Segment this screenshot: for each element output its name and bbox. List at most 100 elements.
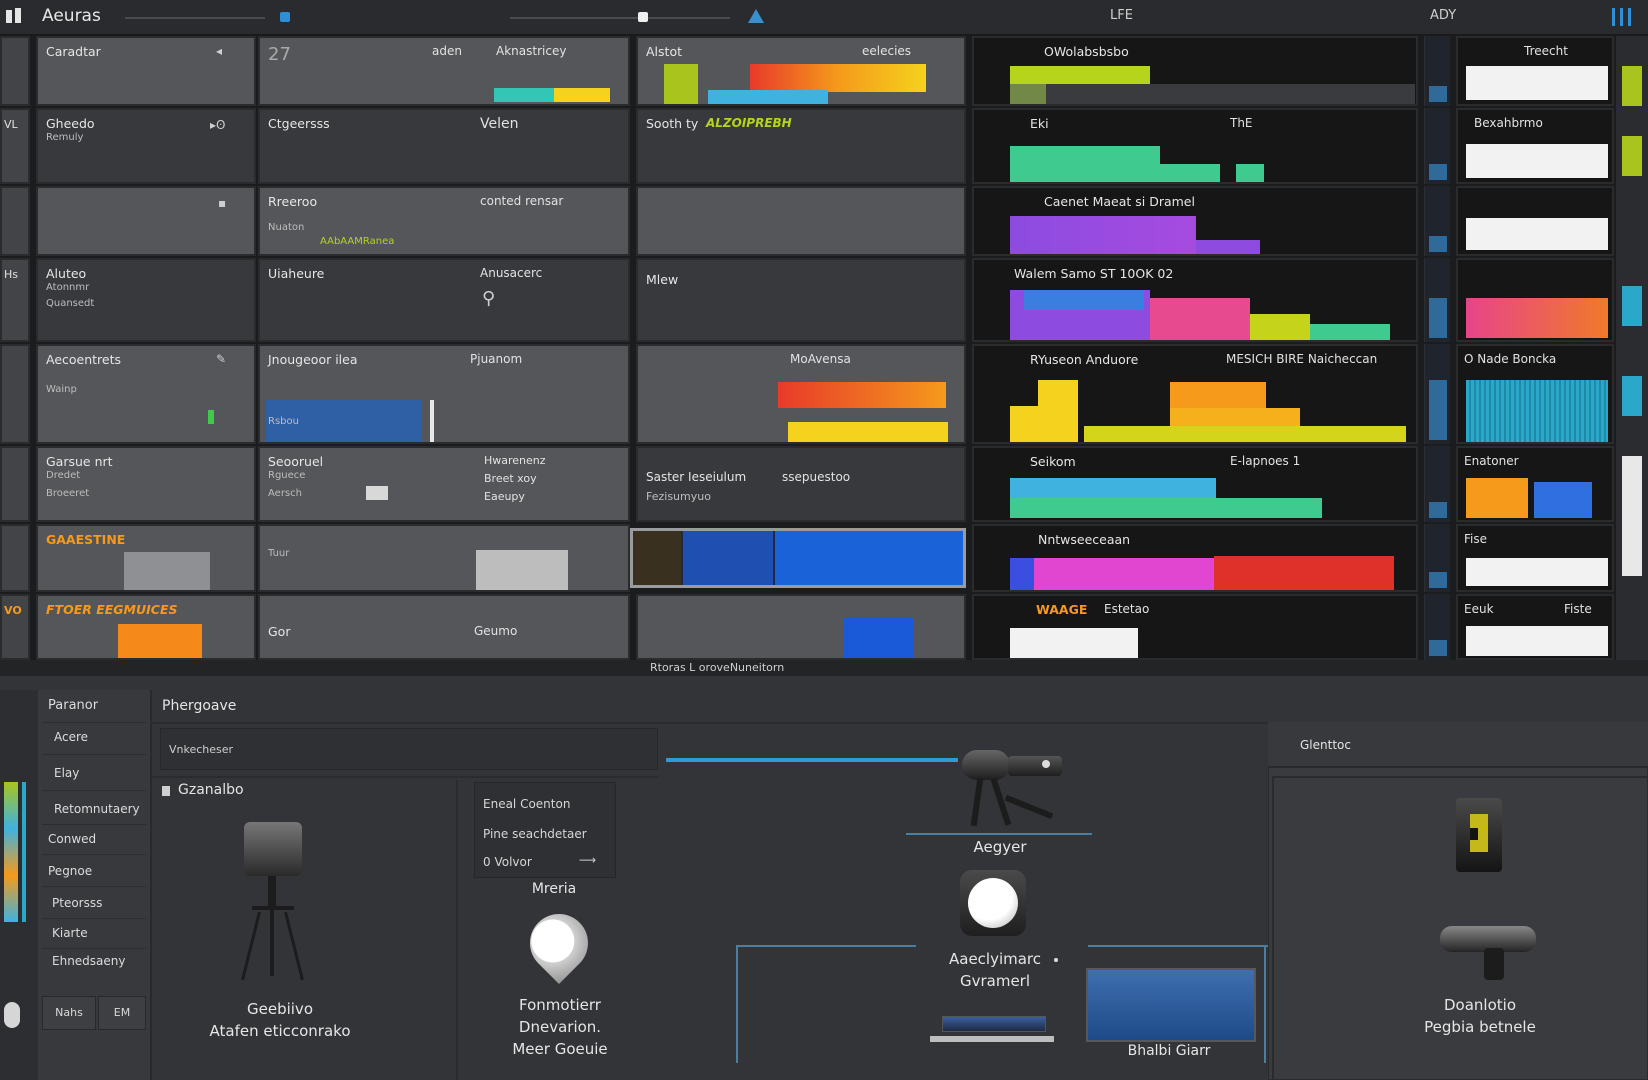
timeline-slider-knob[interactable] [280,12,290,22]
clip-cell[interactable]: Gheedo Remuly ▸ʘ [36,108,256,184]
info-panel[interactable]: Eneal Coenton Pine seachdetaer 0 Volvor … [474,782,616,878]
clip-cell[interactable]: Caenet Maeat si Dramel [972,186,1418,256]
cell-sublabel: Tuur [268,548,290,559]
section-checkbox[interactable] [162,786,170,796]
meter-track [22,782,26,922]
playhead-slider-knob[interactable] [638,12,648,22]
level-bar [1024,290,1144,310]
cell-sublabel: Breet xoy [484,472,537,485]
cell-label: Fiste [1564,602,1592,616]
playhead-slider-track[interactable] [510,17,730,19]
sidebar-item[interactable]: Pegnoe [48,864,92,878]
panel-toggle-icon[interactable] [1612,8,1642,26]
clip-cell[interactable]: Fise [1456,524,1614,592]
row-header[interactable]: Hs [0,258,30,342]
field-text: Vnkecheser [169,743,234,756]
arrow-icon: ⟶ [579,853,597,867]
cell-label: Aknastricey [496,44,567,58]
button-node-icon[interactable] [960,870,1026,936]
clip-cell[interactable]: Seikom E-lapnoes 1 [972,446,1418,522]
clip-cell[interactable]: Walem Samo ST 10OK 02 [972,258,1418,342]
properties-field[interactable]: Vnkecheser [160,728,658,770]
row-header[interactable] [0,36,30,106]
module-node-icon[interactable] [1456,798,1502,872]
cursor-icon[interactable] [748,9,764,23]
cell-label: Sooth ty [646,116,699,131]
clip-cell[interactable]: Gor Geumo [258,594,630,660]
cell-label: Hwarenenz [484,454,546,467]
clip-cell[interactable]: Saster Ieseiulum ssepuestoo Fezisumyuo [636,446,966,522]
timeline-slider-track[interactable] [125,17,265,19]
clip-cell[interactable]: Garsue nrt Dredet Broeeret [36,446,256,522]
clip-cell[interactable]: Rreeroo conted rensar Nuaton AAbAAMRanea [258,186,630,256]
clip-cell[interactable]: Nntwseeceaan [972,524,1418,592]
clip-cell[interactable]: Aluteo Atonnmr Quansedt [36,258,256,342]
sidebar-right-button[interactable]: EM [98,996,146,1030]
clip-cell[interactable]: Mlew [636,258,966,342]
right-panel-border-left [1272,776,1274,1080]
gun-node-icon[interactable] [1440,926,1536,982]
clip-cell[interactable]: RYuseon Anduore MESICH BIRE Naicheccan [972,344,1418,444]
clip-cell[interactable]: Aecoentrets Wainp ✎ [36,344,256,444]
clip-cell[interactable]: Ctgeersss Velen [258,108,630,184]
row-header[interactable]: VL [0,108,30,184]
level-bar [1010,84,1415,104]
clip-cell[interactable]: GAAESTINE [36,524,256,592]
clip-cell[interactable]: Enatoner [1456,446,1614,522]
clip-cell[interactable]: OWolabsbsbo [972,36,1418,106]
clip-cell[interactable]: Uiaheure Anusacerc ⚲ [258,258,630,342]
clip-cell[interactable]: MoAvensa [636,344,966,444]
clip-cell[interactable]: FTOER EEGMUICES [36,594,256,660]
clip-cell[interactable]: Tuur [258,524,630,592]
cell-sublabel: Quansedt [46,298,95,309]
clip-cell[interactable] [630,528,966,588]
cell-label: OWolabsbsbo [1044,44,1129,59]
clip-cell[interactable]: Alstot eelecies [636,36,966,106]
sidebar-item[interactable]: Pteorsss [52,896,102,910]
level-bar [1010,406,1040,442]
clip-cell[interactable]: Jnougeoor ilea Pjuanom Rsbou [258,344,630,444]
sensor-node-icon[interactable] [950,750,1074,834]
sidebar-item[interactable]: Retomnutaery [54,802,140,816]
sidebar-item[interactable]: Kiarte [52,926,88,940]
fader-knob[interactable] [4,1002,20,1028]
display-node-icon[interactable] [1086,968,1256,1042]
sidebar-item[interactable]: Elay [54,766,79,780]
clip-cell[interactable] [636,594,966,660]
level-bar [1196,240,1260,254]
cell-label: Bexahbrmo [1474,116,1543,130]
cell-label: Geumo [474,624,518,638]
cell-label: E-lapnoes 1 [1230,454,1301,468]
clip-cell[interactable]: Bexahbrmo [1456,108,1614,184]
cell-label: FTOER EEGMUICES [46,602,178,617]
sidebar-item[interactable]: Acere [54,730,88,744]
clip-cell[interactable] [1456,258,1614,342]
clip-cell[interactable]: Caradtar ◂ [36,36,256,106]
clip-cell[interactable]: ▪ [36,186,256,256]
level-bar [1236,164,1264,182]
clip-cell[interactable]: Seooruel Rguece Aersch Hwarenenz Breet x… [258,446,630,522]
sidebar-left-button[interactable]: Nahs [42,996,96,1030]
row-header[interactable]: VO [0,594,30,660]
clip-cell[interactable] [636,186,966,256]
clip-cell[interactable]: Sooth ty ALZOIPREBH [636,108,966,184]
clip-cell[interactable] [1456,186,1614,256]
map-pin-icon[interactable] [517,901,601,988]
cell-label: Pjuanom [470,352,523,366]
clip-cell[interactable]: 27 aden Aknastricey [258,36,630,106]
sidebar-item[interactable]: Conwed [48,832,96,846]
clip-cell[interactable]: WAAGE Estetao [972,594,1418,660]
clip-cell[interactable]: Eki ThE [972,108,1418,184]
cell-sublabel: Nuaton [268,222,305,233]
clip-cell[interactable]: Eeuk Fiste [1456,594,1614,660]
sidebar-item[interactable]: Ehnedsaeny [52,954,126,968]
clip-cell[interactable]: O Nade Boncka [1456,344,1614,444]
row-header[interactable] [0,446,30,522]
device-bar-icon[interactable] [942,1016,1046,1032]
row-header[interactable] [0,344,30,444]
level-bar [750,64,926,92]
clip-cell[interactable]: Treecht [1456,36,1614,106]
row-header[interactable] [0,186,30,256]
row-header[interactable] [0,524,30,592]
camera-node-icon[interactable] [238,822,308,982]
